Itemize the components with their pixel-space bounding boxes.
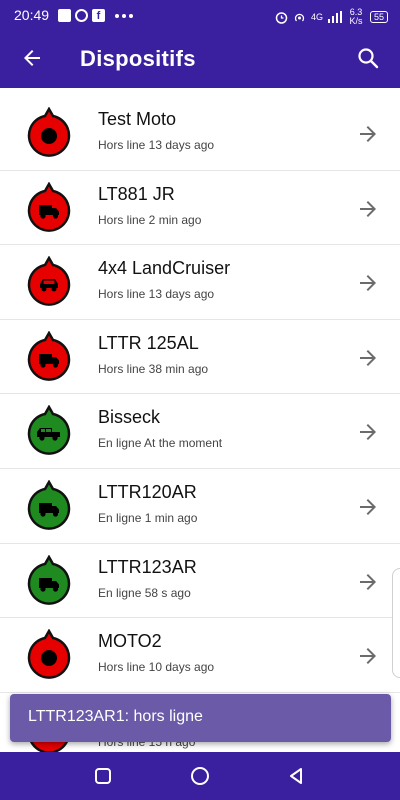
snackbar-message: LTTR123AR1: hors ligne xyxy=(28,708,203,725)
notification-icon xyxy=(58,9,71,22)
home-icon[interactable] xyxy=(189,765,211,787)
device-list: Test Moto Hors line 13 days ago LT881 JR… xyxy=(0,96,400,767)
network-type: 4G xyxy=(310,12,323,22)
device-row-4[interactable]: LTTR 125AL Hors line 38 min ago xyxy=(0,320,400,395)
device-row-6[interactable]: LTTR120AR En ligne 1 min ago xyxy=(0,469,400,544)
alarm-icon xyxy=(275,11,288,24)
facebook-icon: f xyxy=(92,9,105,22)
offline-marker-icon xyxy=(27,330,71,381)
device-row-2[interactable]: LT881 JR Hors line 2 min ago xyxy=(0,171,400,246)
signal-icon xyxy=(327,11,342,23)
offline-marker-icon xyxy=(27,181,71,232)
online-marker-icon xyxy=(27,554,71,605)
offline-marker-icon xyxy=(27,107,71,157)
device-name: Bisseck xyxy=(98,407,161,428)
arrow-right-icon[interactable] xyxy=(356,644,380,668)
device-name: 4x4 LandCruiser xyxy=(98,258,231,279)
whatsapp-icon xyxy=(75,9,88,22)
device-row-8[interactable]: MOTO2 Hors line 10 days ago xyxy=(0,618,400,693)
dot-icon xyxy=(41,128,57,144)
arrow-right-icon[interactable] xyxy=(356,346,380,370)
app-bar: Dispositifs xyxy=(0,32,400,88)
device-status: En ligne At the moment xyxy=(98,436,223,451)
recent-apps-icon[interactable] xyxy=(92,765,114,787)
hotspot-icon xyxy=(294,13,305,21)
network-speed: 6.3 K/s xyxy=(349,7,363,26)
status-time: 20:49 xyxy=(14,7,50,23)
offline-marker-icon xyxy=(27,629,71,679)
device-status: Hors line 13 days ago xyxy=(98,287,215,302)
arrow-right-icon[interactable] xyxy=(356,197,380,221)
device-status: En ligne 58 s ago xyxy=(98,585,191,600)
device-name: MOTO2 xyxy=(98,631,162,652)
snackbar: LTTR123AR1: hors ligne xyxy=(10,694,391,742)
device-name: Test Moto xyxy=(98,109,177,129)
dot-icon xyxy=(41,650,57,667)
page-title: Dispositifs xyxy=(80,46,196,71)
arrow-right-icon[interactable] xyxy=(356,495,380,519)
device-row-3[interactable]: 4x4 LandCruiser Hors line 13 days ago xyxy=(0,245,400,320)
system-nav-bar xyxy=(0,752,400,800)
device-name: LTTR 125AL xyxy=(98,332,199,353)
online-marker-icon xyxy=(27,405,71,456)
device-status: Hors line 2 min ago xyxy=(98,212,202,227)
device-status: Hors line 13 days ago xyxy=(98,138,215,152)
online-marker-icon xyxy=(27,479,71,530)
device-name: LTTR123AR xyxy=(98,556,197,577)
arrow-right-icon[interactable] xyxy=(356,271,380,295)
edge-panel-handle[interactable] xyxy=(392,568,400,678)
system-icons: 4G 6.3 K/s 55 xyxy=(275,8,388,26)
device-row-1[interactable]: Test Moto Hors line 13 days ago xyxy=(0,96,400,171)
back-arrow-icon[interactable] xyxy=(20,46,44,70)
more-notifications-icon xyxy=(115,13,133,18)
device-status: En ligne 1 min ago xyxy=(98,510,198,525)
arrow-right-icon[interactable] xyxy=(356,122,380,146)
battery-icon: 55 xyxy=(369,11,388,23)
status-bar: 20:49 f 4G 6.3 K/s 55 xyxy=(0,0,400,32)
arrow-right-icon[interactable] xyxy=(356,420,380,444)
search-icon[interactable] xyxy=(356,46,380,70)
device-name: LT881 JR xyxy=(98,183,175,204)
device-row-7[interactable]: LTTR123AR En ligne 58 s ago xyxy=(0,544,400,619)
device-name: LTTR120AR xyxy=(98,481,197,502)
device-status: Hors line 10 days ago xyxy=(98,660,215,675)
device-row-5[interactable]: Bisseck En ligne At the moment xyxy=(0,394,400,469)
back-nav-icon[interactable] xyxy=(285,765,307,787)
notification-icons: f xyxy=(58,9,133,22)
arrow-right-icon[interactable] xyxy=(356,570,380,594)
offline-marker-icon xyxy=(27,256,71,307)
device-status: Hors line 38 min ago xyxy=(98,361,209,376)
